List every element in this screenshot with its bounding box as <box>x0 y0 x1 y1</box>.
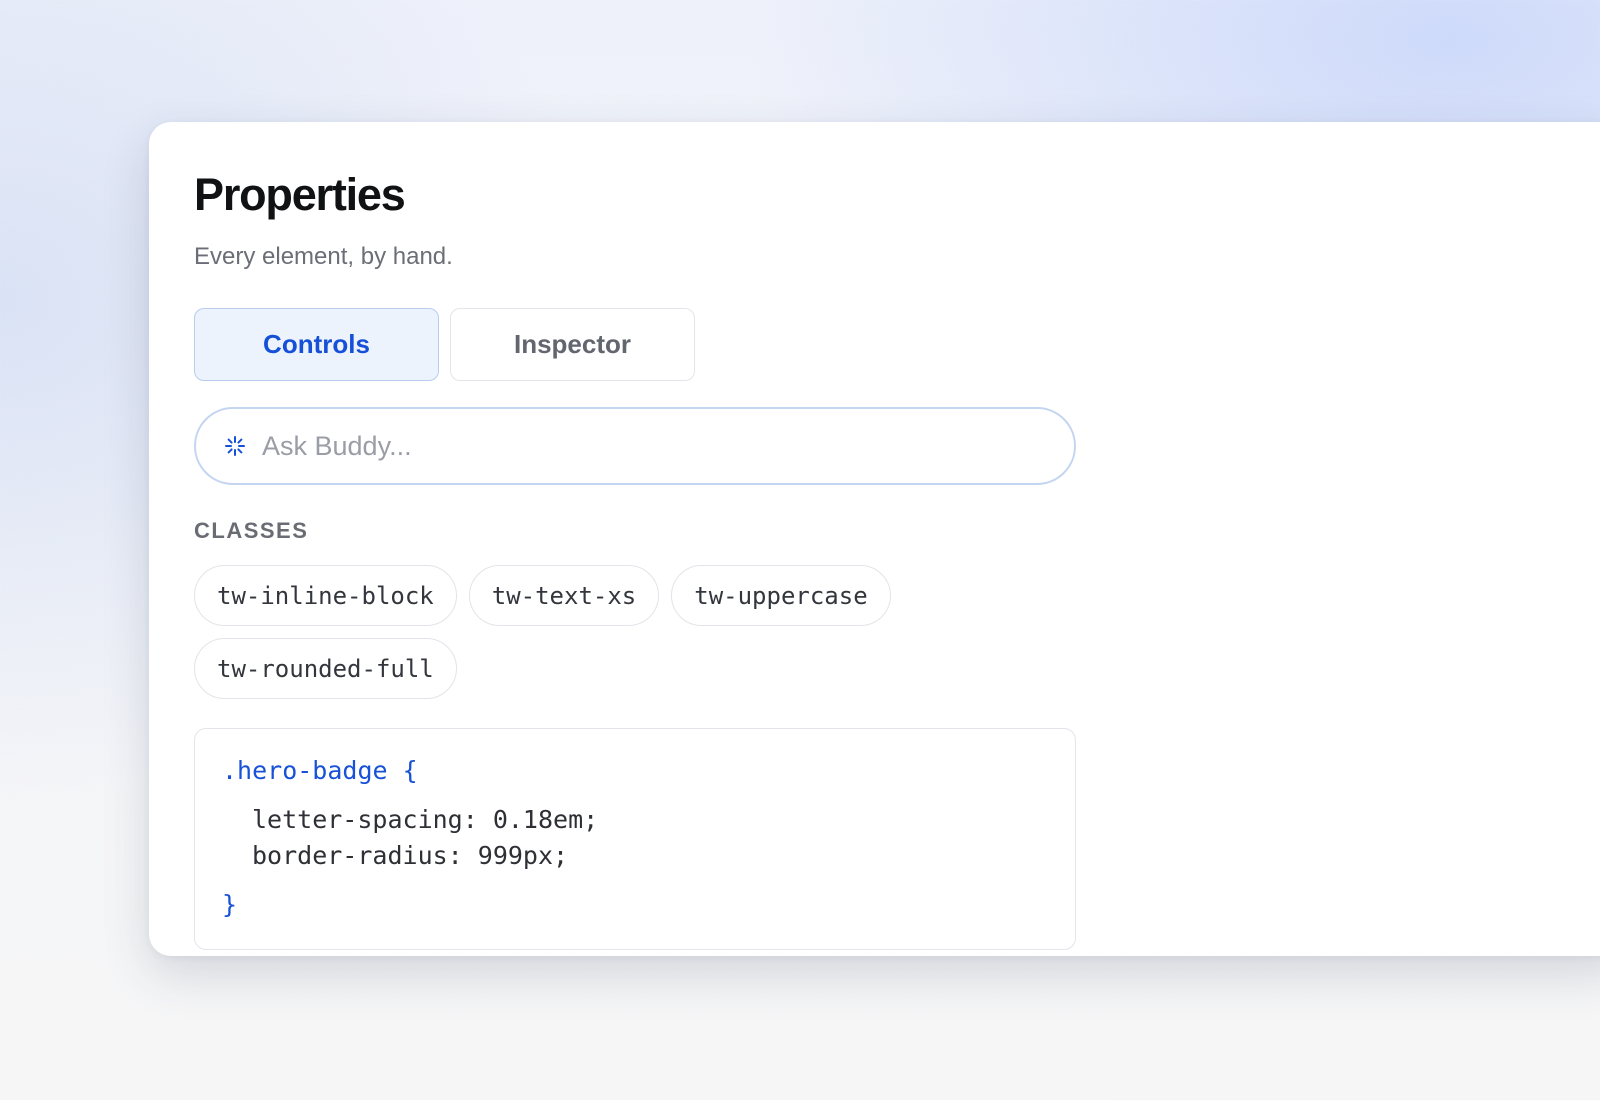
classes-label: CLASSES <box>194 518 309 543</box>
css-selector: .hero-badge <box>222 756 388 785</box>
code-selector-line: .hero-badge { <box>222 755 418 787</box>
class-chip-list: tw-inline-block tw-text-xs tw-uppercase … <box>194 565 914 699</box>
tab-inspector[interactable]: Inspector <box>450 308 695 381</box>
css-code-block: .hero-badge { letter-spacing: 0.18em; bo… <box>194 728 1076 950</box>
properties-panel: Properties Every element, by hand. Contr… <box>149 122 1600 956</box>
class-chip[interactable]: tw-uppercase <box>671 565 891 626</box>
class-chip[interactable]: tw-rounded-full <box>194 638 457 699</box>
open-brace: { <box>402 756 418 785</box>
css-declaration: border-radius: 999px; <box>252 841 569 870</box>
class-chip[interactable]: tw-text-xs <box>468 565 660 626</box>
ask-buddy-input[interactable] <box>262 426 1074 466</box>
ask-buddy-field[interactable] <box>194 407 1076 485</box>
close-brace: } <box>222 890 238 919</box>
tab-bar: Controls Inspector <box>194 308 695 381</box>
sparkle-icon <box>222 433 248 459</box>
class-chip[interactable]: tw-inline-block <box>194 565 457 626</box>
css-declaration: letter-spacing: 0.18em; <box>252 805 599 834</box>
tab-controls[interactable]: Controls <box>194 308 439 381</box>
panel-subtitle: Every element, by hand. <box>194 243 453 270</box>
panel-title: Properties <box>194 169 406 220</box>
